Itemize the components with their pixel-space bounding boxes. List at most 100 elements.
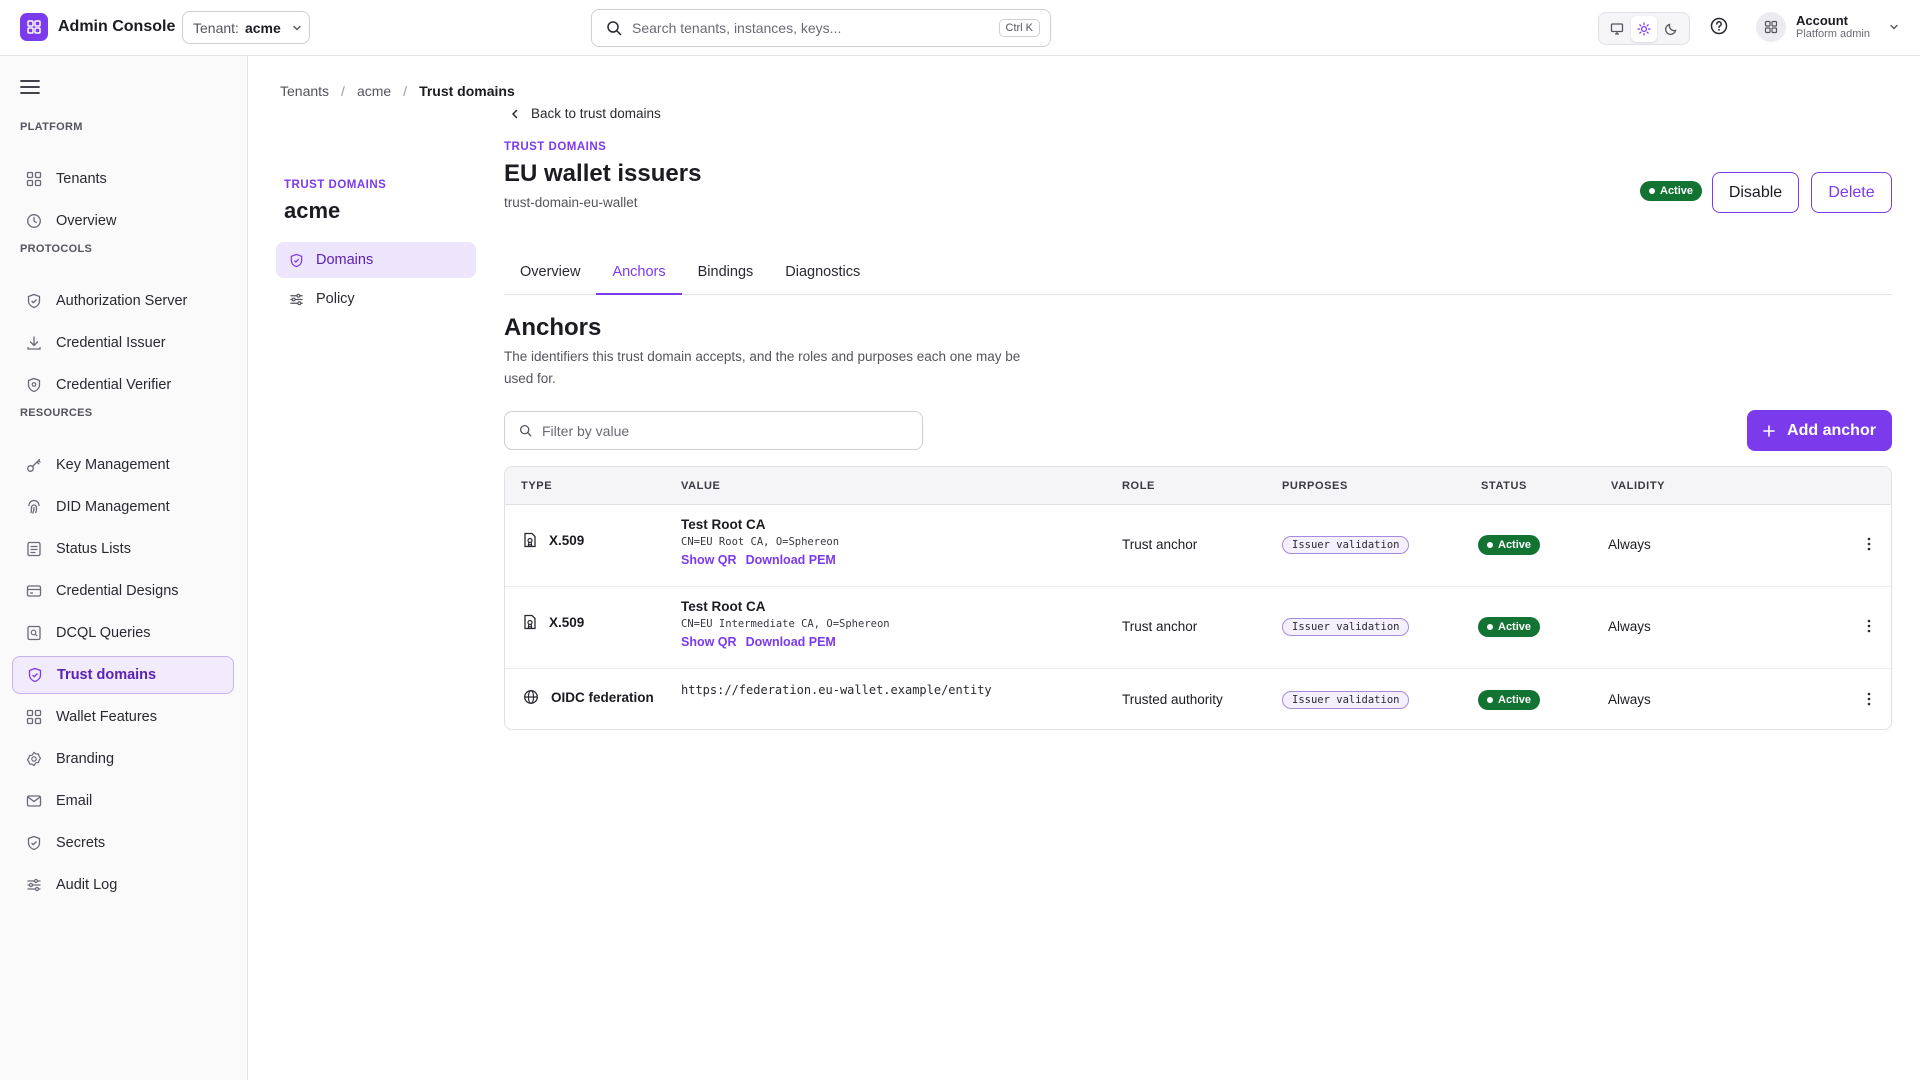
- filter-input[interactable]: Filter by value: [504, 411, 923, 450]
- sidebar-item-dcql-queries[interactable]: DCQL Queries: [12, 614, 234, 652]
- show-qr-link[interactable]: Show QR: [681, 553, 737, 567]
- sidebar-item-trust-domains[interactable]: Trust domains: [12, 656, 234, 694]
- menu-icon[interactable]: [20, 78, 40, 96]
- sun-icon[interactable]: [1630, 15, 1657, 42]
- sidebar-item-audit-log[interactable]: Audit Log: [12, 866, 234, 904]
- sidebar-item-label: Credential Designs: [56, 583, 179, 599]
- sliders-icon: [26, 877, 42, 893]
- help-icon[interactable]: [1709, 16, 1729, 36]
- account-role: Platform admin: [1796, 28, 1870, 40]
- sidebar-item-overview[interactable]: Overview: [12, 202, 234, 240]
- anchor-value: Test Root CA CN=EU Intermediate CA, O=Sp…: [681, 599, 890, 649]
- breadcrumb-separator: /: [403, 83, 408, 99]
- sidebar-item-credential-verifier[interactable]: Credential Verifier: [12, 366, 234, 404]
- anchor-type-label: X.509: [549, 532, 585, 548]
- tab-bar: Overview Anchors Bindings Diagnostics: [504, 258, 1892, 295]
- account-name: Account: [1796, 13, 1848, 28]
- tenant-label: Tenant:: [193, 19, 239, 36]
- show-qr-link[interactable]: Show QR: [681, 635, 737, 649]
- download-pem-link[interactable]: Download PEM: [746, 553, 836, 567]
- breadcrumb-tenant[interactable]: acme: [357, 83, 391, 99]
- tab-overview[interactable]: Overview: [504, 258, 596, 295]
- top-bar: Admin Console Tenant: acme Search tenant…: [0, 0, 1920, 56]
- status-label: Active: [1498, 694, 1532, 706]
- certificate-icon: [523, 614, 537, 630]
- delete-button[interactable]: Delete: [1811, 172, 1892, 213]
- moon-icon[interactable]: [1658, 16, 1684, 42]
- sidebar-item-label: Credential Issuer: [56, 335, 166, 351]
- sidebar-item-label: Tenants: [56, 171, 107, 187]
- sidebar-item-secrets[interactable]: Secrets: [12, 824, 234, 862]
- card-icon: [26, 583, 42, 599]
- more-vertical-icon[interactable]: [1861, 536, 1877, 552]
- more-vertical-icon[interactable]: [1861, 618, 1877, 634]
- sidebar-item-label: Authorization Server: [56, 293, 188, 309]
- sidebar-item-credential-designs[interactable]: Credential Designs: [12, 572, 234, 610]
- plus-icon: [1763, 424, 1775, 437]
- clock-icon: [26, 213, 42, 229]
- sidebar-item-tenants[interactable]: Tenants: [12, 160, 234, 198]
- page-title: EU wallet issuers: [504, 160, 702, 187]
- search-placeholder: Search tenants, instances, keys...: [632, 20, 842, 36]
- anchor-role: Trust anchor: [1122, 537, 1198, 552]
- table-header: TYPE VALUE ROLE PURPOSES STATUS VALIDITY: [505, 467, 1891, 505]
- sidebar-item-credential-issuer[interactable]: Credential Issuer: [12, 324, 234, 362]
- sidebar-item-label: DCQL Queries: [56, 625, 151, 641]
- tab-bindings[interactable]: Bindings: [682, 258, 770, 295]
- add-anchor-label: Add anchor: [1787, 421, 1876, 439]
- section-title: Anchors: [504, 314, 602, 341]
- sidebar-item-label: Secrets: [56, 835, 106, 851]
- sidebar-item-status-lists[interactable]: Status Lists: [12, 530, 234, 568]
- column-purposes: PURPOSES: [1282, 480, 1348, 492]
- download-icon: [26, 335, 42, 351]
- disable-button[interactable]: Disable: [1712, 172, 1799, 213]
- sidebar-item-wallet-features[interactable]: Wallet Features: [12, 698, 234, 736]
- table-row[interactable]: X.509 Test Root CA CN=EU Intermediate CA…: [505, 587, 1891, 669]
- shield-icon: [26, 377, 42, 393]
- download-pem-link[interactable]: Download PEM: [746, 635, 836, 649]
- back-label: Back to trust domains: [531, 106, 661, 121]
- breadcrumb-tenants[interactable]: Tenants: [280, 83, 329, 99]
- anchor-value-url: https://federation.eu-wallet.example/ent…: [681, 683, 992, 697]
- add-anchor-button[interactable]: Add anchor: [1747, 410, 1892, 451]
- subnav-domains[interactable]: Domains: [276, 242, 476, 278]
- subnav-policy[interactable]: Policy: [276, 281, 476, 317]
- back-link[interactable]: Back to trust domains: [509, 106, 661, 121]
- key-icon: [26, 457, 42, 473]
- brand[interactable]: Admin Console: [20, 13, 175, 41]
- chevron-down-icon: [291, 22, 303, 34]
- anchor-role: Trusted authority: [1122, 692, 1223, 707]
- tenant-value: acme: [244, 19, 281, 36]
- sidebar-item-label: Credential Verifier: [56, 377, 172, 393]
- sidebar-item-email[interactable]: Email: [12, 782, 234, 820]
- sidebar-item-branding[interactable]: Branding: [12, 740, 234, 778]
- anchor-value-subject: CN=EU Root CA, O=Sphereon: [681, 536, 840, 548]
- sidebar-item-authorization-server[interactable]: Authorization Server: [12, 282, 234, 320]
- status-dot-icon: [1487, 542, 1493, 548]
- table-row[interactable]: OIDC federation https://federation.eu-wa…: [505, 669, 1891, 729]
- grid-icon: [26, 709, 42, 725]
- section-description: The identifiers this trust domain accept…: [504, 349, 1021, 386]
- sidebar-section-protocols: PROTOCOLS: [20, 243, 93, 255]
- tab-diagnostics[interactable]: Diagnostics: [769, 258, 876, 295]
- tab-anchors[interactable]: Anchors: [596, 258, 682, 295]
- status-badge: Active: [1478, 690, 1541, 710]
- purpose-badge: Issuer validation: [1282, 691, 1410, 709]
- domain-overline: TRUST DOMAINS: [504, 141, 607, 153]
- global-search-input[interactable]: Search tenants, instances, keys... Ctrl …: [591, 9, 1051, 47]
- monitor-icon[interactable]: [1604, 16, 1630, 42]
- sidebar-item-did-management[interactable]: DID Management: [12, 488, 234, 526]
- account-menu[interactable]: Account Platform admin: [1756, 12, 1900, 42]
- status-badge: Active: [1640, 181, 1703, 201]
- status-dot-icon: [1649, 188, 1655, 194]
- table-row[interactable]: X.509 Test Root CA CN=EU Root CA, O=Sphe…: [505, 505, 1891, 587]
- anchor-validity: Always: [1608, 619, 1651, 634]
- certificate-icon: [523, 532, 537, 548]
- chevron-down-icon: [1888, 21, 1900, 33]
- column-value: VALUE: [681, 480, 721, 492]
- tenant-selector[interactable]: Tenant: acme: [182, 11, 310, 44]
- sidebar-item-key-management[interactable]: Key Management: [12, 446, 234, 484]
- subnav-label: Domains: [316, 252, 374, 268]
- more-vertical-icon[interactable]: [1861, 691, 1877, 707]
- search-icon: [606, 20, 622, 36]
